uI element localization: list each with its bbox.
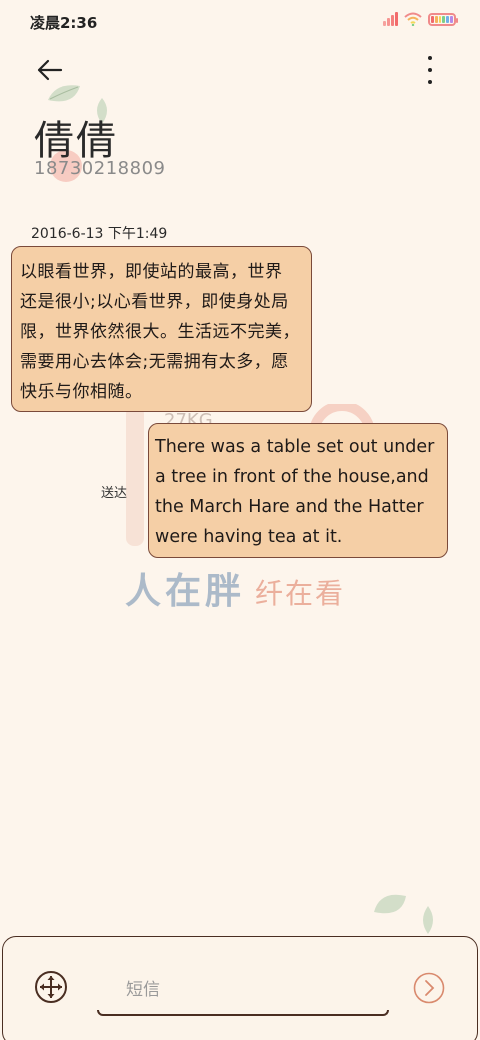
battery-segment [450,15,453,23]
messaging-screen: 凌晨2:36 倩倩 18730218809 2016-6-13 下午1:49 2… [0,0,480,1040]
watermark-sub: 纤在看 [255,577,346,610]
leaf-icon [423,906,433,934]
battery-segment [434,15,438,23]
message-line: 以眼看世界，即使站的最高，世界 [20,262,283,282]
watermark-main: 人在胖 [125,571,246,612]
message-line: There was a table set out under [155,437,435,457]
status-time: 凌晨2:36 [30,14,98,32]
status-icons [383,12,458,26]
message-line: 需要用心去体会;无需拥有太多，愿 [20,352,289,372]
signal-icon [383,12,398,26]
message-line: 限，世界依然很大。生活远不完美， [20,322,300,342]
battery-segment [431,15,434,23]
send-chevron-icon[interactable] [413,972,445,1004]
message-line: were having tea at it. [155,527,343,547]
more-options-icon[interactable] [420,56,440,84]
message-line: 还是很小;以心看世界，即使身处局 [20,292,289,312]
message-input[interactable] [98,968,388,1012]
outgoing-message-bubble[interactable]: There was a table set out under a tree i… [148,423,448,558]
message-timestamp: 2016-6-13 下午1:49 [31,226,168,242]
wifi-icon [404,12,422,26]
input-underline [97,1010,389,1016]
battery-segment [438,15,442,23]
wallpaper-watermark: 人在胖 纤在看 [125,562,345,614]
battery-segment [442,15,446,23]
delivery-status: 送达 [101,486,128,501]
battery-icon [428,12,458,26]
leaf-icon [374,894,406,914]
message-line: the March Hare and the Hatter [155,497,424,517]
incoming-message-bubble[interactable]: 以眼看世界，即使站的最高，世界 还是很小;以心看世界，即使身处局 限，世界依然很… [11,246,312,412]
move-cross-icon[interactable] [34,970,68,1004]
message-line: 快乐与你相随。 [20,382,143,402]
leaf-icon [48,85,80,102]
battery-segment [446,15,450,23]
contact-number: 18730218809 [34,158,166,179]
message-line: a tree in front of the house,and [155,467,429,487]
